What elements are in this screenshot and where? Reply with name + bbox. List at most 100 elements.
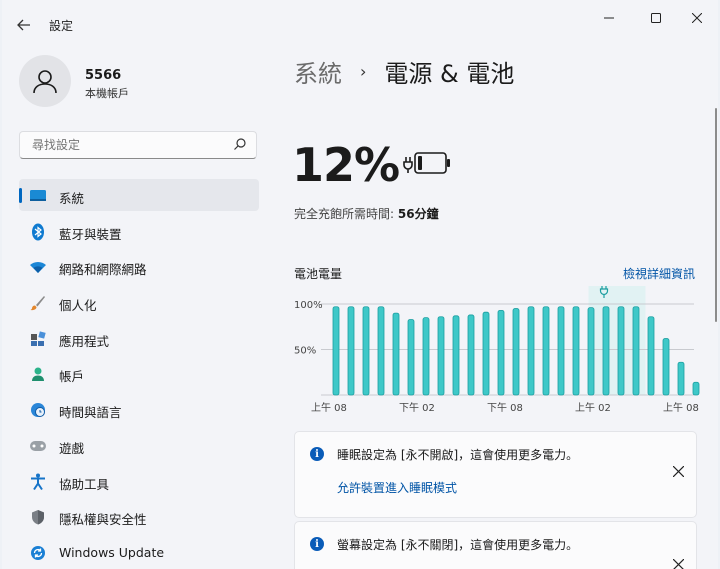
sidebar-nav: 系統 藍牙與裝置 網路和網際網路 個人化 應用程式 帳戶 時間與語言 遊戲 協助… xyxy=(19,179,259,569)
sidebar-item-label: 協助工具 xyxy=(59,476,110,492)
sidebar-item-windows-update[interactable]: Windows Update xyxy=(19,536,259,568)
breadcrumb: 系統 › 電源 & 電池 xyxy=(294,54,514,89)
chart-bar xyxy=(377,306,385,396)
avatar[interactable] xyxy=(19,55,71,107)
time-to-full-label: 完全充飽所需時間: xyxy=(294,207,395,221)
search-box[interactable] xyxy=(19,131,257,159)
accessibility-icon xyxy=(29,473,47,491)
chart-bar xyxy=(362,306,370,396)
battery-level-chart: 100% 50% 上午 08 下午 02 下午 08 上午 02 上午 08 xyxy=(294,286,700,414)
sidebar-item-privacy[interactable]: 隱私權與安全性 xyxy=(19,500,259,532)
settings-window: 設定 5566 本機帳戶 系統 xyxy=(2,0,718,569)
chart-bar xyxy=(422,317,430,396)
chart-bar xyxy=(662,338,670,396)
chart-bar xyxy=(632,306,640,396)
battery-charging-icon xyxy=(403,152,450,174)
sidebar-item-personalization[interactable]: 個人化 xyxy=(19,286,259,318)
back-button[interactable] xyxy=(12,14,36,36)
allow-sleep-link[interactable]: 允許裝置進入睡眠模式 xyxy=(337,479,457,496)
close-icon xyxy=(692,13,702,23)
chart-bar xyxy=(692,381,700,396)
maximize-button[interactable] xyxy=(636,8,676,28)
maximize-icon xyxy=(651,13,661,23)
apps-icon xyxy=(29,330,47,348)
chart-bar xyxy=(677,361,685,396)
x-tick-label: 下午 02 xyxy=(399,401,435,414)
person-icon xyxy=(29,365,47,383)
sidebar-item-label: 帳戶 xyxy=(59,369,85,385)
x-tick-label: 下午 08 xyxy=(487,401,523,414)
chart-bar xyxy=(512,308,520,396)
sidebar-item-accounts[interactable]: 帳戶 xyxy=(19,357,259,389)
close-icon xyxy=(672,465,685,478)
scrollbar[interactable] xyxy=(715,108,717,322)
breadcrumb-parent[interactable]: 系統 xyxy=(294,54,342,89)
title-bar: 設定 xyxy=(2,0,718,48)
sidebar-item-label: Windows Update xyxy=(59,544,165,560)
sidebar-item-network[interactable]: 網路和網際網路 xyxy=(19,250,259,282)
chart-bar xyxy=(557,306,565,396)
sidebar-item-label: 個人化 xyxy=(59,298,97,314)
sidebar-item-accessibility[interactable]: 協助工具 xyxy=(19,465,259,497)
time-to-full-value: 56分鐘 xyxy=(397,207,439,221)
dismiss-screen-card-button[interactable] xyxy=(672,556,685,569)
shield-icon xyxy=(29,508,47,526)
x-tick-label: 上午 02 xyxy=(575,401,611,414)
x-tick-label: 上午 08 xyxy=(663,401,699,414)
close-button[interactable] xyxy=(677,8,717,28)
wifi-icon xyxy=(29,258,47,276)
sidebar-item-apps[interactable]: 應用程式 xyxy=(19,322,259,354)
search-input[interactable] xyxy=(30,137,224,153)
screen-warning-card: i 螢幕設定為 [永不關閉]，這會使用更多電力。 xyxy=(294,521,697,569)
minimize-icon xyxy=(604,17,614,19)
chart-bar xyxy=(542,306,550,396)
close-icon xyxy=(672,558,685,569)
info-icon: i xyxy=(310,537,324,551)
bluetooth-icon xyxy=(29,223,47,241)
page-title: 電源 & 電池 xyxy=(384,60,515,88)
sidebar-item-label: 時間與語言 xyxy=(59,405,122,421)
sidebar-item-label: 遊戲 xyxy=(59,440,85,456)
y-tick-label: 100% xyxy=(294,300,323,311)
battery-percent: 12% xyxy=(292,138,400,192)
sleep-warning-card: i 睡眠設定為 [永不開啟]，這會使用更多電力。 允許裝置進入睡眠模式 xyxy=(294,431,697,518)
sidebar-item-bluetooth[interactable]: 藍牙與裝置 xyxy=(19,215,259,247)
chart-bar xyxy=(332,306,340,396)
user-name: 5566 xyxy=(85,68,122,83)
sidebar-item-label: 網路和網際網路 xyxy=(59,262,147,278)
y-tick-label: 50% xyxy=(294,346,316,357)
user-icon xyxy=(33,70,57,94)
minimize-button[interactable] xyxy=(589,8,629,28)
app-title: 設定 xyxy=(49,19,74,33)
chart-bar xyxy=(467,314,475,396)
monitor-icon xyxy=(29,187,47,205)
sidebar-item-label: 藍牙與裝置 xyxy=(59,226,122,242)
screen-warning-text: 螢幕設定為 [永不關閉]，這會使用更多電力。 xyxy=(337,538,579,552)
chart-bar xyxy=(437,316,445,396)
info-icon: i xyxy=(310,447,324,461)
view-details-link[interactable]: 檢視詳細資訊 xyxy=(623,265,695,282)
globe-clock-icon xyxy=(29,401,47,419)
chart-bar xyxy=(392,312,400,396)
sidebar-item-label: 系統 xyxy=(59,191,85,206)
chart-bar xyxy=(602,306,610,396)
chart-bar xyxy=(527,306,535,396)
gamepad-icon xyxy=(29,437,47,455)
chart-bar xyxy=(347,306,355,396)
sleep-warning-text: 睡眠設定為 [永不開啟]，這會使用更多電力。 xyxy=(337,448,579,462)
sidebar-item-gaming[interactable]: 遊戲 xyxy=(19,429,259,461)
arrow-left-icon xyxy=(17,19,30,31)
chart-bar xyxy=(647,316,655,396)
chart-bar xyxy=(407,319,415,396)
chart-bar xyxy=(452,315,460,396)
sidebar-item-label: 應用程式 xyxy=(59,333,110,349)
breadcrumb-separator: › xyxy=(360,62,367,81)
time-to-full: 完全充飽所需時間: 56分鐘 xyxy=(294,205,439,222)
chart-bar xyxy=(482,311,490,396)
sidebar-item-time-language[interactable]: 時間與語言 xyxy=(19,393,259,425)
x-tick-label: 上午 08 xyxy=(311,401,347,414)
chart-title: 電池電量 xyxy=(294,267,343,281)
dismiss-sleep-card-button[interactable] xyxy=(672,463,685,481)
chart-bar xyxy=(617,306,625,396)
sidebar-item-system[interactable]: 系統 xyxy=(19,179,259,211)
